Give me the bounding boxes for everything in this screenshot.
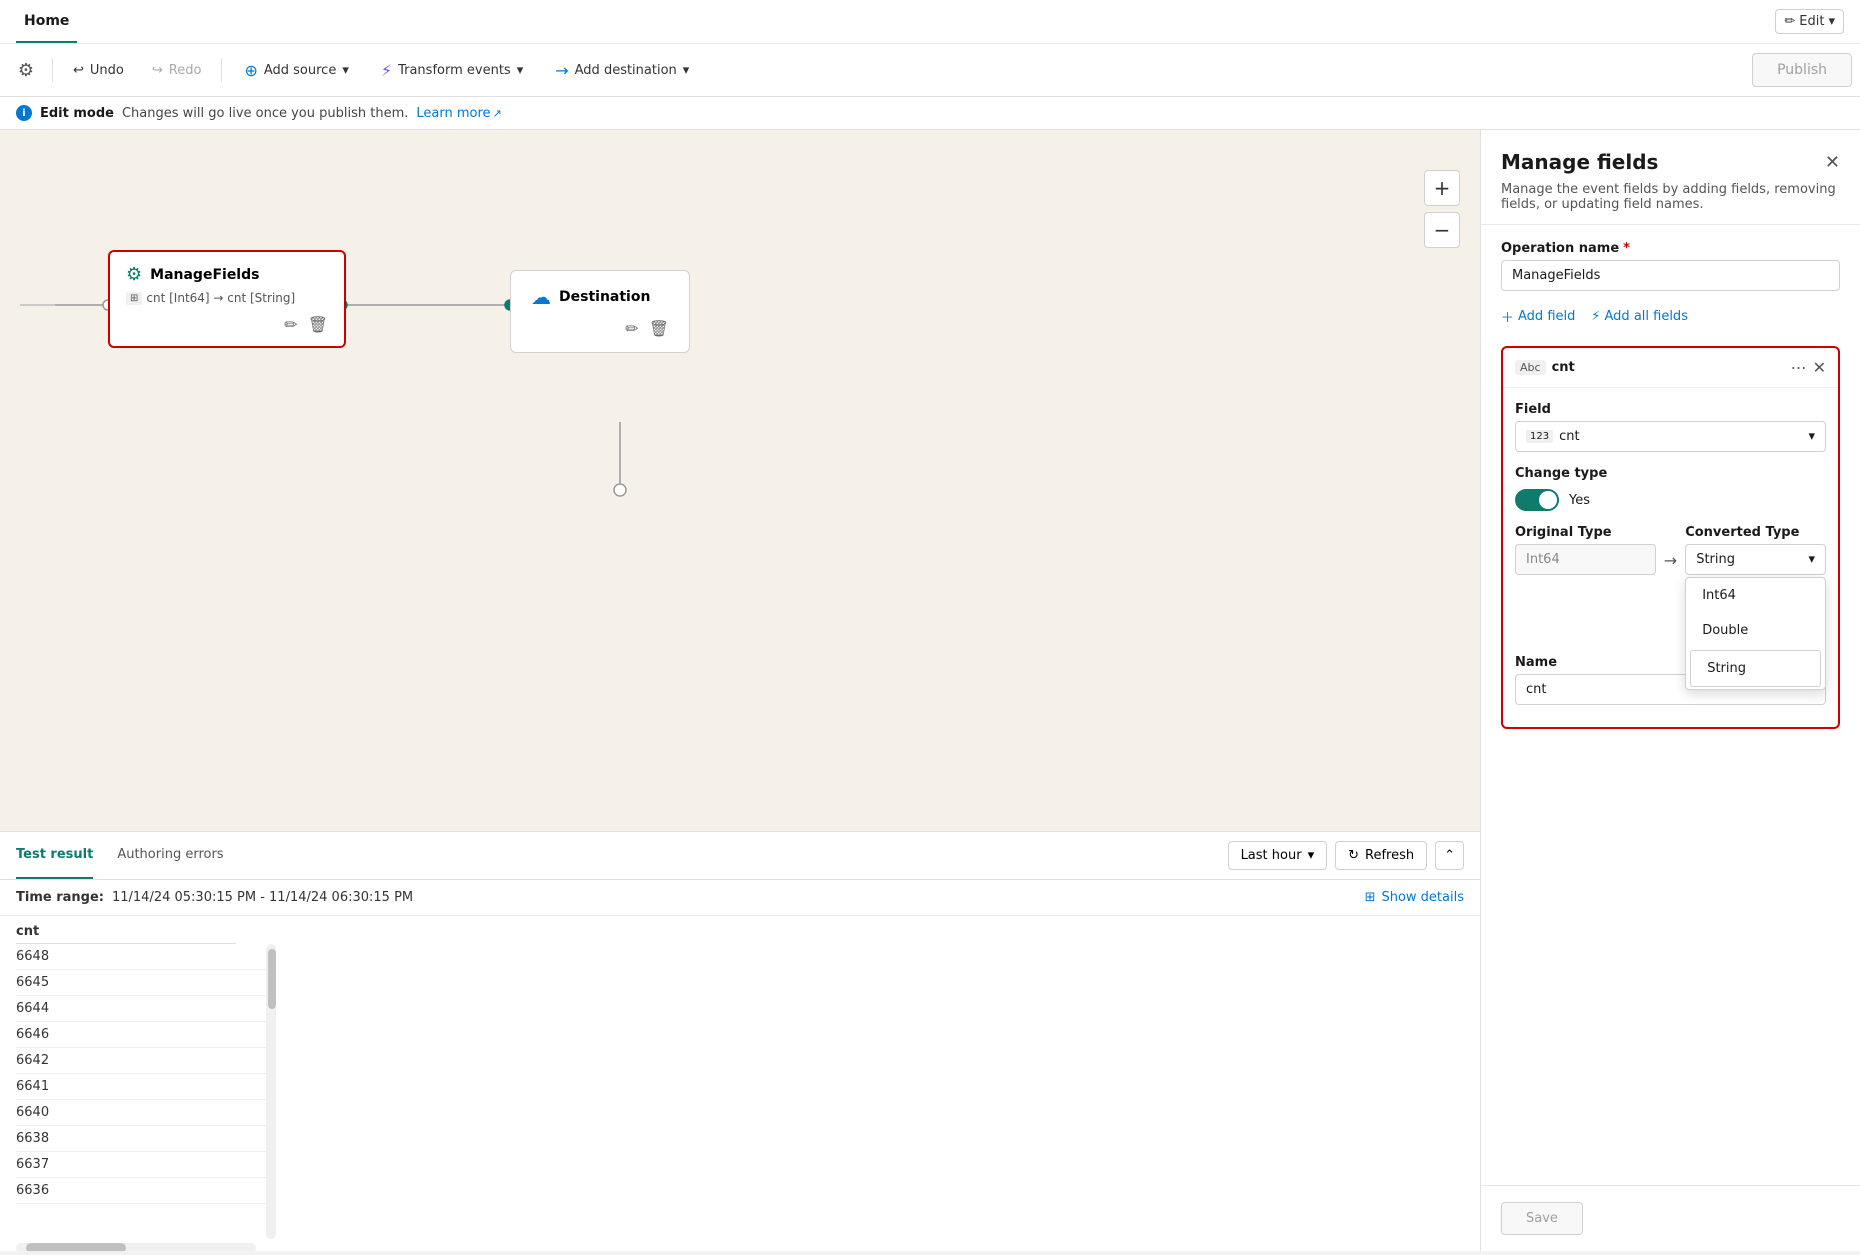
converted-type-select[interactable]: String ▾	[1685, 544, 1826, 575]
edit-mode-description: Changes will go live once you publish th…	[122, 106, 408, 121]
change-type-label: Change type	[1515, 466, 1826, 481]
panel-description: Manage the event fields by adding fields…	[1501, 182, 1840, 212]
redo-button[interactable]: ↪ Redo	[140, 57, 214, 84]
delete-node-icon[interactable]: 🗑	[308, 315, 328, 334]
info-icon: i	[16, 105, 32, 121]
toggle-yes-label: Yes	[1569, 493, 1590, 508]
transform-icon: ⚡	[381, 61, 392, 80]
required-indicator: *	[1623, 241, 1630, 256]
tab-authoring-errors[interactable]: Authoring errors	[117, 832, 223, 879]
field-card-close-button[interactable]: ✕	[1813, 358, 1826, 377]
refresh-button[interactable]: ↻ Refresh	[1335, 841, 1427, 870]
close-panel-button[interactable]: ✕	[1825, 152, 1840, 173]
add-source-icon: ⊕	[244, 61, 257, 80]
field-card: Abc cnt ⋯ ✕ Field 123 cnt	[1501, 346, 1840, 729]
time-range-label: Time range:	[16, 890, 104, 905]
add-destination-button[interactable]: → Add destination ▾	[541, 55, 703, 86]
converted-type-label: Converted Type	[1685, 525, 1826, 540]
table-row: 6645	[16, 970, 276, 996]
transform-events-button[interactable]: ⚡ Transform events ▾	[367, 55, 537, 86]
settings-button[interactable]: ⚙	[8, 52, 44, 88]
destination-node-icon: ☁	[531, 285, 551, 309]
external-link-icon: ↗	[493, 107, 502, 120]
chevron-down-icon: ▾	[1828, 14, 1835, 29]
type-option-int64[interactable]: Int64	[1686, 578, 1825, 613]
pencil-icon: ✏	[1784, 14, 1795, 29]
table-col-header: cnt	[16, 916, 236, 944]
delete-destination-icon[interactable]: 🗑	[649, 319, 669, 338]
table-row: 6637	[16, 1152, 276, 1178]
home-tab[interactable]: Home	[16, 0, 77, 43]
table-row: 6636	[16, 1178, 276, 1204]
time-range-value: 11/14/24 05:30:15 PM - 11/14/24 06:30:15…	[112, 890, 413, 905]
chevron-down-icon: ▾	[683, 63, 690, 78]
destination-node-title: Destination	[559, 289, 650, 305]
undo-button[interactable]: ↩ Undo	[61, 57, 136, 84]
redo-icon: ↪	[152, 63, 163, 78]
show-details-icon: ⊞	[1365, 890, 1376, 905]
save-button[interactable]: Save	[1501, 1202, 1583, 1235]
panel-title: Manage fields	[1501, 150, 1658, 174]
chevron-icon: ⌃	[1444, 848, 1455, 863]
field-card-type-icon: Abc	[1515, 360, 1546, 375]
table-row: 6642	[16, 1048, 276, 1074]
destination-node[interactable]: ☁ Destination ✏ 🗑	[510, 270, 690, 353]
field-card-title: cnt	[1552, 360, 1785, 375]
chevron-down-icon: ▾	[1308, 848, 1315, 863]
table-row: 6646	[16, 1022, 276, 1048]
edit-button[interactable]: ✏ Edit ▾	[1775, 9, 1844, 34]
add-field-button[interactable]: ＋ Add field	[1501, 307, 1575, 326]
add-all-fields-button[interactable]: ⚡ Add all fields	[1591, 309, 1688, 324]
settings-icon: ⚙	[18, 60, 34, 81]
show-details-button[interactable]: ⊞ Show details	[1365, 890, 1464, 905]
tab-test-result[interactable]: Test result	[16, 832, 93, 879]
plus-icon: ＋	[1501, 307, 1514, 326]
lightning-icon: ⚡	[1591, 309, 1600, 324]
manage-fields-node-subtitle: cnt [Int64] → cnt [String]	[146, 291, 295, 305]
operation-name-label: Operation name	[1501, 241, 1619, 256]
publish-button[interactable]: Publish	[1752, 53, 1852, 87]
field-card-more-button[interactable]: ⋯	[1791, 358, 1807, 377]
field-type-badge: 123	[1526, 430, 1553, 443]
chevron-down-icon: ▾	[517, 63, 524, 78]
refresh-icon: ↻	[1348, 848, 1359, 863]
chevron-down-icon: ▾	[1808, 429, 1815, 444]
learn-more-link[interactable]: Learn more ↗	[416, 106, 501, 121]
edit-mode-badge: Edit mode	[40, 106, 114, 121]
expand-panel-button[interactable]: ⌃	[1435, 841, 1464, 870]
field-select[interactable]: 123 cnt ▾	[1515, 421, 1826, 452]
zoom-in-button[interactable]: +	[1424, 170, 1460, 206]
add-destination-icon: →	[555, 61, 568, 80]
type-option-double[interactable]: Double	[1686, 613, 1825, 648]
edit-node-icon[interactable]: ✏	[284, 315, 297, 334]
type-option-string[interactable]: String	[1690, 650, 1821, 687]
manage-fields-node-title: ManageFields	[150, 267, 259, 283]
edit-destination-icon[interactable]: ✏	[625, 319, 638, 338]
zoom-out-button[interactable]: −	[1424, 212, 1460, 248]
table-row: 6648	[16, 944, 276, 970]
undo-icon: ↩	[73, 63, 84, 78]
change-type-toggle[interactable]	[1515, 489, 1559, 511]
original-type-label: Original Type	[1515, 525, 1656, 540]
manage-fields-node-icon: ⚙	[126, 264, 142, 285]
table-row: 6638	[16, 1126, 276, 1152]
table-row: 6640	[16, 1100, 276, 1126]
manage-fields-node[interactable]: ⚙ ManageFields ⊞ cnt [Int64] → cnt [Stri…	[108, 250, 346, 348]
last-hour-dropdown[interactable]: Last hour ▾	[1228, 841, 1328, 870]
chevron-down-icon: ▾	[1808, 552, 1815, 567]
table-row: 6641	[16, 1074, 276, 1100]
add-source-button[interactable]: ⊕ Add source ▾	[230, 55, 362, 86]
field-label: Field	[1515, 402, 1826, 417]
operation-name-input[interactable]	[1501, 260, 1840, 291]
chevron-down-icon: ▾	[342, 63, 349, 78]
type-dropdown-menu: Int64 Double String	[1685, 577, 1826, 690]
original-type-input	[1515, 544, 1656, 575]
table-row: 6644	[16, 996, 276, 1022]
